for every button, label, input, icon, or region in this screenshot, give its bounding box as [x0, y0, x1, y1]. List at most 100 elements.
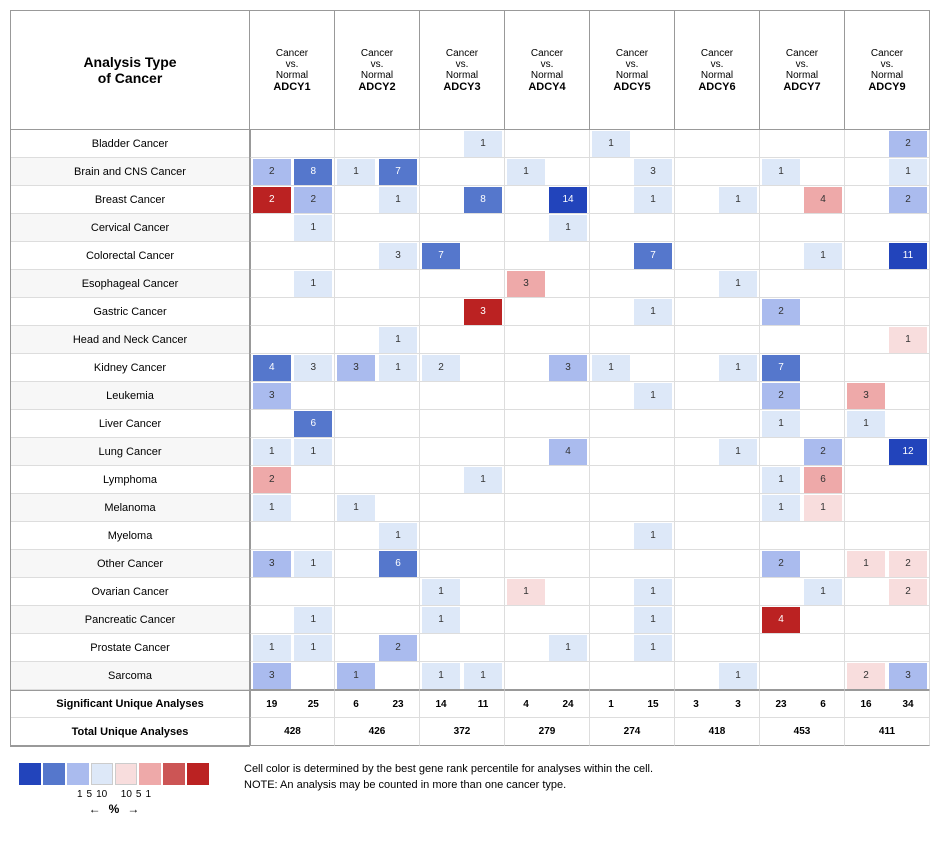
cell: 23: [845, 662, 930, 690]
cell: 3: [590, 158, 675, 186]
row-myeloma: 1 1: [250, 522, 942, 550]
cell: 2: [760, 298, 845, 326]
cell: [675, 382, 760, 410]
cell: [420, 522, 505, 550]
cell: 17: [335, 158, 420, 186]
footer-cell: 418: [675, 718, 760, 746]
cell: 2: [845, 186, 930, 214]
cell: 3: [420, 298, 505, 326]
row-label-breast: Breast Cancer: [11, 186, 249, 214]
cell: 2: [845, 130, 930, 158]
cell: [505, 662, 590, 690]
legend-box-blue3: [67, 763, 89, 785]
footer-cell: 33: [675, 690, 760, 718]
cell: [590, 662, 675, 690]
row-sig: 1925 623 1411 424 115 33 236 1634: [250, 690, 942, 718]
col-header-adcy5: Cancervs.Normal ADCY5: [590, 10, 675, 130]
cell: 1: [845, 158, 930, 186]
cell: [845, 494, 930, 522]
cell: 1: [760, 242, 845, 270]
cell: 1: [845, 326, 930, 354]
cell: 12: [845, 550, 930, 578]
cell: 11: [420, 662, 505, 690]
table-title: Analysis Typeof Cancer: [10, 10, 250, 130]
legend-notes-section: 1 5 10 10 5 1 ← % → Cell color is determ…: [10, 763, 942, 816]
cell: 1: [250, 270, 335, 298]
sig-label: Significant Unique Analyses: [11, 690, 249, 718]
cell: [420, 410, 505, 438]
cell: [675, 298, 760, 326]
footer-cell: 236: [760, 690, 845, 718]
cell: [675, 634, 760, 662]
cell: [335, 606, 420, 634]
legend-arrow-row: ← % →: [89, 802, 140, 816]
row-label-gastric: Gastric Cancer: [11, 298, 249, 326]
cell: 31: [335, 354, 420, 382]
cell: 1: [335, 662, 420, 690]
cell: 1: [590, 634, 675, 662]
cell: 1: [675, 354, 760, 382]
cell: 1: [675, 270, 760, 298]
cell: 1: [335, 186, 420, 214]
cell: 1: [590, 298, 675, 326]
right-arrow-icon: →: [127, 802, 139, 816]
cell: [845, 634, 930, 662]
cell: 11: [845, 242, 930, 270]
cell: [845, 354, 930, 382]
cell: 1: [845, 410, 930, 438]
row-label-lung: Lung Cancer: [11, 438, 249, 466]
cell: [845, 606, 930, 634]
legend-label-space: [111, 789, 117, 800]
cell: [845, 298, 930, 326]
footer-cell: 453: [760, 718, 845, 746]
cell: 14: [505, 186, 590, 214]
footer-cell: 115: [590, 690, 675, 718]
row-label-esophageal: Esophageal Cancer: [11, 270, 249, 298]
cell: [250, 578, 335, 606]
cell: 1: [590, 130, 675, 158]
cell: [335, 270, 420, 298]
cell: [505, 130, 590, 158]
cell: [420, 494, 505, 522]
cell: 1: [335, 522, 420, 550]
cell: [420, 326, 505, 354]
cell: 1: [590, 578, 675, 606]
cell: [505, 326, 590, 354]
cell: [335, 382, 420, 410]
row-label-brain: Brain and CNS Cancer: [11, 158, 249, 186]
cell: 2: [760, 382, 845, 410]
cell: [335, 410, 420, 438]
row-labels: Bladder Cancer Brain and CNS Cancer Brea…: [10, 130, 250, 747]
row-lung: 11 4 1 2 12: [250, 438, 942, 466]
cell: 1: [250, 606, 335, 634]
row-ovarian: 1 1 1 1 2: [250, 578, 942, 606]
notes-section: Cell color is determined by the best gen…: [244, 763, 653, 791]
row-headneck: 1 1: [250, 326, 942, 354]
cell: 1: [505, 158, 590, 186]
cell: 1: [250, 214, 335, 242]
footer-cell: 279: [505, 718, 590, 746]
cell: [760, 634, 845, 662]
cell: 8: [420, 186, 505, 214]
col-headers: Cancervs.Normal ADCY1 Cancervs.Normal AD…: [250, 10, 942, 130]
cell: [760, 214, 845, 242]
footer-cell: 623: [335, 690, 420, 718]
col-header-adcy6: Cancervs.Normal ADCY6: [675, 10, 760, 130]
row-brain: 28 17 1 3 1 1: [250, 158, 942, 186]
cell: [590, 410, 675, 438]
cell: [420, 634, 505, 662]
main-container: Analysis Typeof Cancer Bladder Cancer Br…: [10, 10, 942, 747]
cell: 12: [845, 438, 930, 466]
cell: 4: [505, 438, 590, 466]
cell: [505, 242, 590, 270]
cell: [590, 494, 675, 522]
legend-label-5b: 5: [136, 789, 142, 800]
col-header-adcy7: Cancervs.Normal ADCY7: [760, 10, 845, 130]
cell: [420, 438, 505, 466]
cell: [250, 130, 335, 158]
row-prostate: 11 2 1 1: [250, 634, 942, 662]
row-label-lymphoma: Lymphoma: [11, 466, 249, 494]
cell: 3: [505, 270, 590, 298]
cell: [335, 130, 420, 158]
footer-cell: 1411: [420, 690, 505, 718]
